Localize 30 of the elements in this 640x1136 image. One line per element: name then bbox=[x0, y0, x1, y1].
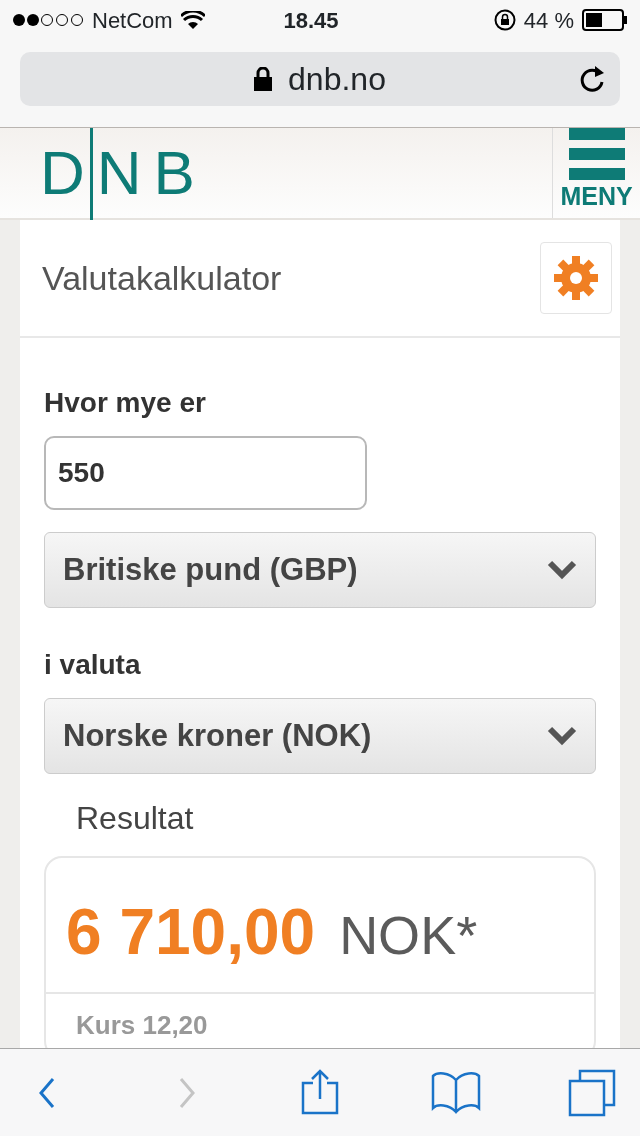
book-icon[interactable] bbox=[431, 1069, 481, 1116]
result-label: Resultat bbox=[75, 799, 195, 838]
menu-button[interactable]: MENY bbox=[552, 128, 640, 218]
battery-percent: 44 % bbox=[523, 6, 574, 35]
field-label: i valuta bbox=[44, 648, 142, 682]
wifi-icon bbox=[180, 11, 205, 29]
result-currency: NOK* bbox=[339, 904, 478, 967]
lock-icon bbox=[254, 67, 273, 91]
share-icon[interactable] bbox=[300, 1068, 340, 1117]
battery-icon bbox=[582, 9, 628, 31]
status-time: 18.45 bbox=[282, 6, 340, 35]
menu-icon bbox=[568, 128, 625, 180]
settings-icon bbox=[553, 255, 599, 301]
url-text: dnb.no bbox=[288, 60, 386, 99]
squares-icon[interactable] bbox=[568, 1068, 616, 1117]
currency-select[interactable]: Britiske pund (GBP) bbox=[44, 532, 596, 608]
settings-button[interactable] bbox=[540, 242, 612, 314]
address-bar[interactable]: dnb.no bbox=[20, 52, 620, 106]
reload-icon[interactable] bbox=[578, 64, 606, 94]
chevron-down-icon bbox=[547, 726, 577, 746]
calculator-title: Valutakalkulator bbox=[42, 257, 282, 299]
currency-select[interactable]: Norske kroner (NOK) bbox=[44, 698, 596, 774]
field-label: Hvor mye er bbox=[44, 386, 207, 420]
amount-field[interactable]: 550 bbox=[44, 436, 367, 510]
chevron-down-icon bbox=[547, 560, 577, 580]
carrier-name: NetCom bbox=[92, 6, 173, 35]
signal-icon bbox=[12, 13, 84, 27]
result-amount: 6 710,00 bbox=[66, 895, 316, 970]
rotation-lock-icon bbox=[493, 9, 516, 31]
exchange-rate: Kurs 12,20 bbox=[76, 1010, 208, 1040]
